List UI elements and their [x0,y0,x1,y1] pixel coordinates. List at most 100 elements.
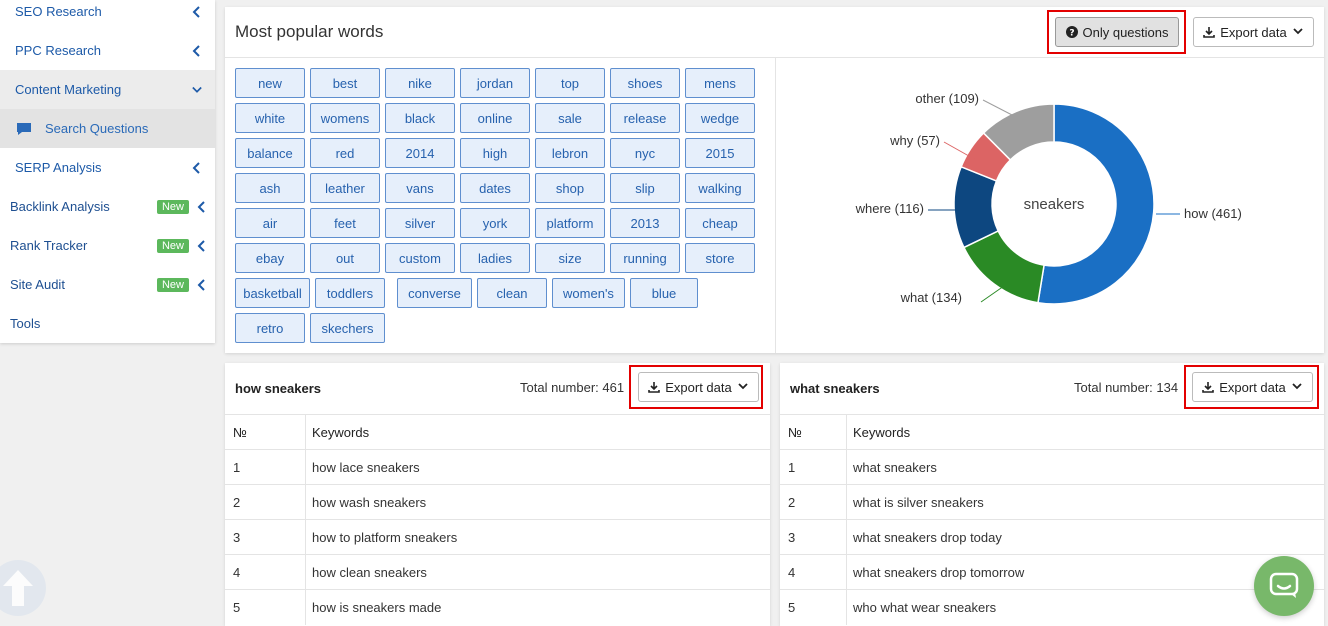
popular-words-panel: Most popular words ? Only questions Expo… [225,7,1324,353]
cell-keyword[interactable]: how clean sneakers [312,565,427,580]
sidebar-item-serp-analysis[interactable]: SERP Analysis [0,148,215,187]
cell-keyword[interactable]: who what wear sneakers [853,600,996,615]
word-tag[interactable]: platform [535,208,605,238]
table-row: 2 how wash sneakers [225,484,770,520]
donut-svg: how (461) what (134) where (116) why (57) ot… [855,91,1242,305]
word-tag[interactable]: running [610,243,680,273]
word-tag[interactable]: silver [385,208,455,238]
word-tag[interactable]: air [235,208,305,238]
scroll-up-button[interactable] [0,560,46,616]
table-header-row: № Keywords [780,414,1324,450]
word-tag[interactable]: best [310,68,380,98]
sidebar-item-search-questions[interactable]: Search Questions [0,109,215,148]
cell-number: 5 [788,600,796,615]
word-tag[interactable]: new [235,68,305,98]
cell-number: 3 [233,530,241,545]
word-tag[interactable]: lebron [535,138,605,168]
word-tag[interactable]: high [460,138,530,168]
only-questions-button[interactable]: ? Only questions [1055,17,1179,47]
word-tag[interactable]: walking [685,173,755,203]
sidebar-item-label: Search Questions [45,121,149,136]
chevron-left-icon [187,161,207,174]
word-tag[interactable]: blue [630,278,698,308]
word-tag[interactable]: 2014 [385,138,455,168]
word-tag[interactable]: slip [610,173,680,203]
word-tag[interactable]: release [610,103,680,133]
sidebar-item-rank-tracker[interactable]: Rank Tracker New [0,226,215,265]
cell-number: 3 [788,530,796,545]
export-data-button[interactable]: Export data [1192,372,1313,402]
cell-number: 1 [788,460,796,475]
sidebar-item-ppc-research[interactable]: PPC Research [0,31,215,70]
export-data-button[interactable]: Export data [1193,17,1314,47]
cell-keyword[interactable]: how to platform sneakers [312,530,457,545]
word-tag[interactable]: ebay [235,243,305,273]
word-tag[interactable]: custom [385,243,455,273]
column-divider [305,555,306,590]
word-tag[interactable]: size [535,243,605,273]
word-tag[interactable]: out [310,243,380,273]
word-tag[interactable]: leather [310,173,380,203]
word-tag[interactable]: mens [685,68,755,98]
chat-button[interactable] [1254,556,1314,616]
cell-keyword[interactable]: what is silver sneakers [853,495,984,510]
word-tag[interactable]: basketball [235,278,310,308]
word-tag[interactable]: ladies [460,243,530,273]
word-tag[interactable]: 2013 [610,208,680,238]
word-tag[interactable]: york [460,208,530,238]
word-tag[interactable]: online [460,103,530,133]
word-tag[interactable]: shop [535,173,605,203]
word-tag[interactable]: wedge [685,103,755,133]
word-tag[interactable]: nyc [610,138,680,168]
cell-keyword[interactable]: what sneakers drop today [853,530,1002,545]
word-tag[interactable]: converse [397,278,472,308]
column-divider [305,415,306,450]
cell-keyword[interactable]: what sneakers drop tomorrow [853,565,1024,580]
word-tag[interactable]: balance [235,138,305,168]
word-tag[interactable]: shoes [610,68,680,98]
sidebar-item-label: Tools [10,316,41,331]
cell-keyword: Keywords [312,425,370,440]
chevron-left-icon [187,44,207,57]
word-tag[interactable]: womens [310,103,380,133]
column-divider [846,590,847,625]
cell-number: 1 [233,460,241,475]
word-tag[interactable]: white [235,103,305,133]
cell-keyword[interactable]: how lace sneakers [312,460,420,475]
word-tag[interactable]: black [385,103,455,133]
new-badge: New [156,238,189,253]
cell-keyword[interactable]: how wash sneakers [312,495,426,510]
word-tag[interactable]: ash [235,173,305,203]
word-tag[interactable]: toddlers [315,278,385,308]
sidebar-item-site-audit[interactable]: Site Audit New [0,265,215,304]
word-tag[interactable]: 2015 [685,138,755,168]
word-tag[interactable]: clean [477,278,547,308]
export-data-button[interactable]: Export data [638,372,759,402]
word-tag[interactable]: retro [235,313,305,343]
sidebar-item-content-marketing[interactable]: Content Marketing [0,70,215,109]
sidebar-item-tools[interactable]: Tools [0,304,215,343]
leader-line [982,99,1015,117]
sidebar-item-seo-research[interactable]: SEO Research [0,0,215,31]
cell-keyword[interactable]: how is sneakers made [312,600,441,615]
word-tag[interactable]: red [310,138,380,168]
word-tag[interactable]: cheap [685,208,755,238]
word-tag[interactable]: dates [460,173,530,203]
table-row: 5 who what wear sneakers [780,589,1324,625]
leader-line [980,285,1005,303]
export-data-label: Export data [1220,24,1287,40]
cell-keyword[interactable]: what sneakers [853,460,937,475]
word-tag[interactable]: vans [385,173,455,203]
word-tag[interactable]: nike [385,68,455,98]
word-tag[interactable]: women's [552,278,625,308]
table-row: 1 how lace sneakers [225,449,770,485]
word-tag[interactable]: top [535,68,605,98]
word-tag[interactable]: skechers [310,313,385,343]
word-tag[interactable]: sale [535,103,605,133]
word-tag[interactable]: jordan [460,68,530,98]
download-icon [1203,27,1216,38]
word-tag[interactable]: store [685,243,755,273]
sidebar-item-backlink-analysis[interactable]: Backlink Analysis New [0,187,215,226]
sidebar: SEO Research PPC Research Content Market… [0,0,215,343]
word-tag[interactable]: feet [310,208,380,238]
